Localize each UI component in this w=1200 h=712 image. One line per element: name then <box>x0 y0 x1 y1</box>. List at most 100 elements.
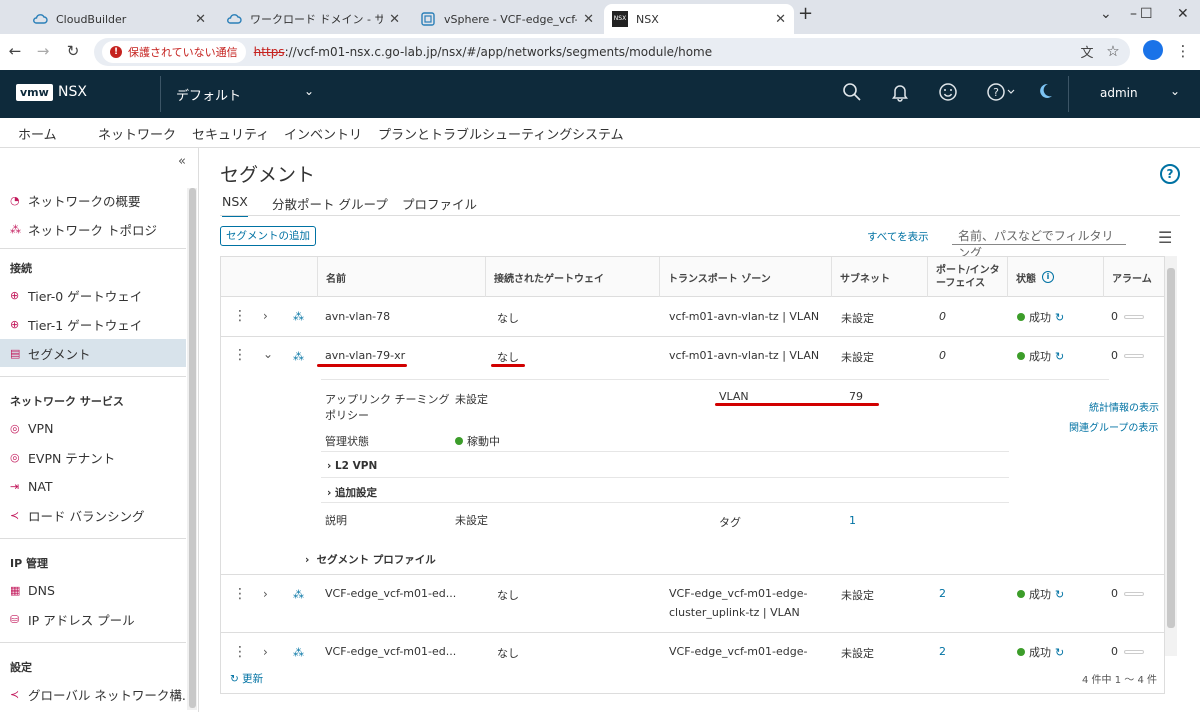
segment-name[interactable]: avn-vlan-78 <box>325 310 390 323</box>
l2vpn-section-toggle[interactable]: › L2 VPN <box>327 460 377 472</box>
table-row[interactable]: ⋮ › ⁂ avn-vlan-78 なし vcf-m01-avn-vlan-tz… <box>221 297 1164 337</box>
status-badge: 成功 ↻ <box>1017 348 1064 364</box>
info-icon[interactable]: i <box>1042 271 1054 283</box>
sidebar-item-network-overview[interactable]: ◔ ネットワークの概要 <box>10 190 141 210</box>
browser-menu-icon[interactable]: ⋮ <box>1172 42 1194 60</box>
dark-mode-moon-icon[interactable] <box>1036 82 1054 105</box>
nav-system[interactable]: システム <box>572 124 624 148</box>
chevron-down-icon[interactable]: ⌄ <box>304 84 314 98</box>
table-row-expanded[interactable]: ⋮ ⌄ ⁂ avn-vlan-79-xr なし vcf-m01-avn-vlan… <box>221 337 1164 575</box>
expand-chevron-icon[interactable]: › <box>263 309 268 323</box>
tab-nsx[interactable]: NSX <box>222 194 248 217</box>
column-header-alarm[interactable]: アラーム <box>1103 257 1164 297</box>
segment-ports: 0 <box>939 349 946 362</box>
row-actions-icon[interactable]: ⋮ <box>233 308 247 324</box>
nav-networking[interactable]: ネットワーク <box>98 124 177 151</box>
chevron-down-icon[interactable]: ⌄ <box>1170 84 1180 98</box>
nav-security[interactable]: セキュリティ <box>192 124 269 148</box>
context-selector[interactable]: デフォルト <box>176 85 241 104</box>
segment-ports-link[interactable]: 2 <box>939 645 946 658</box>
add-segment-button[interactable]: セグメントの追加 <box>220 226 316 246</box>
search-icon[interactable] <box>842 82 862 107</box>
column-header-name[interactable]: 名前 <box>317 257 485 297</box>
sidebar-item-evpn[interactable]: ◎ EVPN テナント <box>10 447 115 467</box>
sidebar-item-dns[interactable]: ▦ DNS <box>10 580 55 600</box>
filter-icon[interactable]: ☰ <box>1158 228 1172 247</box>
collapse-chevron-icon[interactable]: ⌄ <box>263 347 273 361</box>
minimize-icon[interactable]: – <box>1130 6 1137 22</box>
help-icon[interactable]: ? <box>1160 164 1180 184</box>
tag-count-link[interactable]: 1 <box>849 514 856 527</box>
maximize-icon[interactable]: ☐ <box>1140 6 1153 22</box>
row-actions-icon[interactable]: ⋮ <box>233 586 247 602</box>
nav-inventory[interactable]: インベントリ <box>284 124 362 148</box>
sidebar-item-ip-pool[interactable]: ⛁ IP アドレス プール <box>10 609 135 629</box>
help-menu-icon[interactable]: ? <box>986 82 1016 107</box>
tab-search-chevron-icon[interactable]: ⌄ <box>1100 6 1112 22</box>
close-icon[interactable]: ✕ <box>775 12 786 27</box>
security-indicator[interactable]: ! 保護されていない通信 <box>102 41 246 63</box>
show-all-link[interactable]: すべてを表示 <box>867 229 929 244</box>
reload-icon[interactable]: ↻ <box>62 42 84 60</box>
bookmark-star-icon[interactable]: ☆ <box>1102 42 1124 60</box>
url-text[interactable]: https://vcf-m01-nsx.c.go-lab.jp/nsx/#/ap… <box>254 45 712 59</box>
window-close-icon[interactable]: ✕ <box>1177 6 1189 22</box>
browser-tab-nsx[interactable]: NSX NSX ✕ <box>604 4 794 34</box>
back-arrow-icon[interactable]: ← <box>4 42 26 60</box>
table-row[interactable]: ⋮ › ⁂ VCF-edge_vcf-m01-ed... なし VCF-edge… <box>221 575 1164 633</box>
sidebar-item-global-network[interactable]: ≺ グローバル ネットワーク構... <box>10 684 194 704</box>
close-icon[interactable]: ✕ <box>389 12 400 27</box>
refresh-status-icon[interactable]: ↻ <box>1055 350 1064 363</box>
smiley-feedback-icon[interactable] <box>938 82 958 107</box>
browser-tab-workload[interactable]: ワークロード ドメイン - サマリ ✕ <box>218 4 408 34</box>
segment-profile-toggle[interactable]: › セグメント プロファイル <box>305 552 436 567</box>
sidebar-item-network-topology[interactable]: ⁂ ネットワーク トポロジ <box>10 219 157 239</box>
column-header-gateway[interactable]: 接続されたゲートウェイ <box>485 257 659 297</box>
refresh-button[interactable]: ↻ 更新 <box>230 671 263 686</box>
segment-name[interactable]: VCF-edge_vcf-m01-ed... <box>325 645 456 658</box>
view-statistics-link[interactable]: 統計情報の表示 <box>1089 399 1159 414</box>
browser-tab-vsphere[interactable]: vSphere - VCF-edge_vcf-m01-e ✕ <box>412 4 602 34</box>
collapse-sidebar-icon[interactable]: « <box>178 154 186 169</box>
sidebar-item-vpn[interactable]: ◎ VPN <box>10 418 53 438</box>
filter-input[interactable]: 名前、パスなどでフィルタリング <box>952 225 1126 260</box>
sidebar-item-nat[interactable]: ⇥ NAT <box>10 476 53 496</box>
translate-icon[interactable]: 文 <box>1076 42 1098 61</box>
nav-plan-troubleshoot[interactable]: プランとトラブルシューティング <box>378 124 572 148</box>
sidebar-item-tier0[interactable]: ⊕ Tier-0 ゲートウェイ <box>10 285 142 305</box>
sidebar-scrollbar-thumb[interactable] <box>189 188 196 708</box>
row-actions-icon[interactable]: ⋮ <box>233 347 247 363</box>
sidebar-item-segments[interactable]: ▤ セグメント <box>10 343 91 363</box>
close-icon[interactable]: ✕ <box>195 12 206 27</box>
bell-icon[interactable] <box>890 82 910 107</box>
browser-tab-cloudbuilder[interactable]: CloudBuilder ✕ <box>24 4 214 34</box>
additional-settings-toggle[interactable]: › 追加設定 <box>327 485 377 500</box>
user-menu[interactable]: admin <box>1100 86 1138 100</box>
refresh-status-icon[interactable]: ↻ <box>1055 588 1064 601</box>
column-header-ports[interactable]: ポート/インターフェイス <box>927 257 1007 297</box>
column-header-status[interactable]: 状態 i <box>1007 257 1103 297</box>
close-icon[interactable]: ✕ <box>583 12 594 27</box>
column-header-subnet[interactable]: サブネット <box>831 257 927 297</box>
column-header-transport-zone[interactable]: トランスポート ゾーン <box>659 257 831 297</box>
segment-name[interactable]: avn-vlan-79-xr <box>325 349 405 362</box>
segment-icon: ⁂ <box>293 646 304 659</box>
sidebar-item-tier1[interactable]: ⊕ Tier-1 ゲートウェイ <box>10 314 142 334</box>
divider <box>321 502 1009 503</box>
view-related-groups-link[interactable]: 関連グループの表示 <box>1069 419 1158 434</box>
sidebar-item-load-balancing[interactable]: ≺ ロード バランシング <box>10 505 144 525</box>
expand-chevron-icon[interactable]: › <box>263 645 268 659</box>
forward-arrow-icon[interactable]: → <box>32 42 54 60</box>
expand-chevron-icon[interactable]: › <box>263 587 268 601</box>
profile-avatar-icon[interactable] <box>1142 40 1164 64</box>
refresh-status-icon[interactable]: ↻ <box>1055 311 1064 324</box>
segment-ports-link[interactable]: 2 <box>939 587 946 600</box>
refresh-status-icon[interactable]: ↻ <box>1055 646 1064 659</box>
new-tab-button[interactable]: + <box>798 3 813 24</box>
tag-label: タグ <box>719 516 741 529</box>
segment-name[interactable]: VCF-edge_vcf-m01-ed... <box>325 587 456 600</box>
row-actions-icon[interactable]: ⋮ <box>233 644 247 660</box>
nav-home[interactable]: ホーム <box>18 124 57 148</box>
grid-scrollbar-thumb[interactable] <box>1167 268 1175 628</box>
url-box[interactable]: ! 保護されていない通信 https://vcf-m01-nsx.c.go-la… <box>94 38 1130 66</box>
